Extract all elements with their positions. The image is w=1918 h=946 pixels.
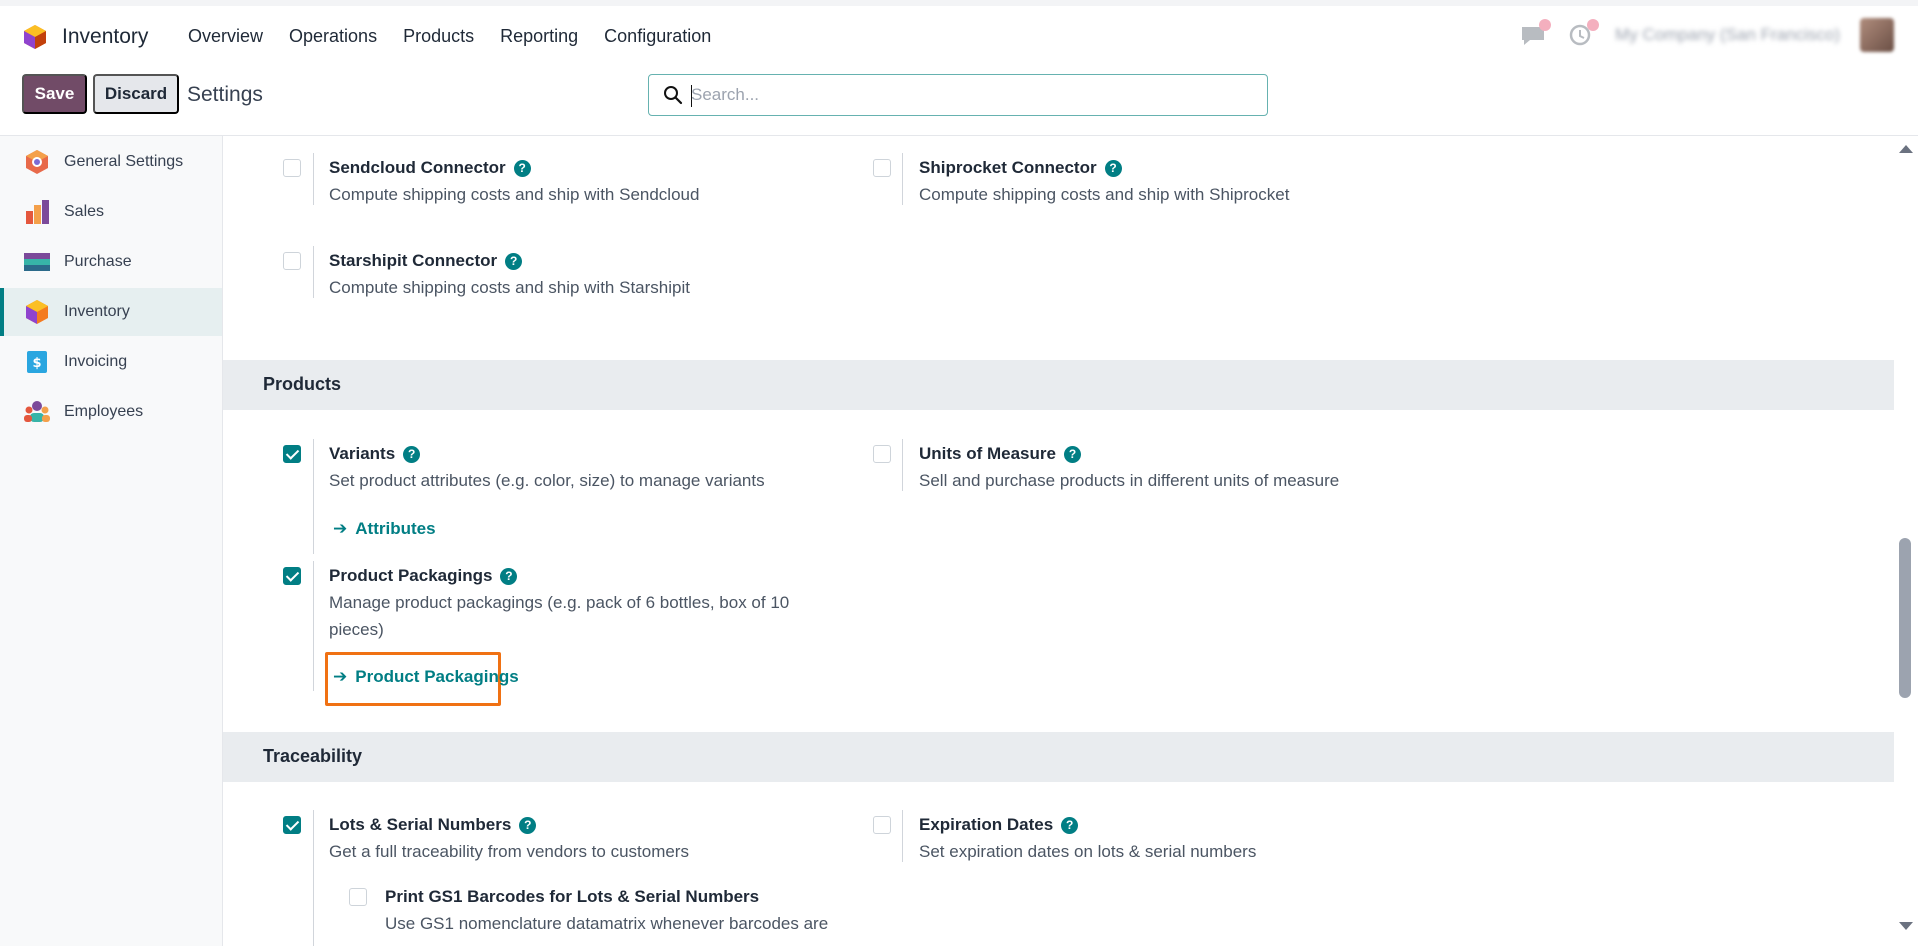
help-icon[interactable]: ? xyxy=(513,160,531,177)
sidebar-item-general-settings[interactable]: General Settings xyxy=(0,138,222,186)
shiprocket-title: Shiprocket Connector? xyxy=(919,158,1122,178)
search-box[interactable] xyxy=(648,74,1268,116)
gs1-title: Print GS1 Barcodes for Lots & Serial Num… xyxy=(385,887,760,906)
expiration-description: Set expiration dates on lots & serial nu… xyxy=(919,842,1257,861)
expiration-title: Expiration Dates? xyxy=(919,815,1079,835)
sidebar-item-employees[interactable]: Employees xyxy=(0,388,222,436)
activity-clock-icon[interactable] xyxy=(1567,19,1600,47)
gs1-checkbox[interactable] xyxy=(349,888,367,906)
packagings-description: Manage product packagings (e.g. pack of … xyxy=(329,593,790,639)
user-avatar[interactable] xyxy=(1860,18,1894,52)
lots-checkbox[interactable] xyxy=(283,816,301,834)
search-icon xyxy=(664,86,683,105)
invoicing-icon: $ xyxy=(27,351,47,373)
sidebar-item-label: Sales xyxy=(64,203,105,220)
section-title: Products xyxy=(263,374,342,394)
top-navbar: Inventory Overview Operations Products R… xyxy=(0,0,1918,72)
expiration-checkbox[interactable] xyxy=(873,816,891,834)
menu-products[interactable]: Products xyxy=(390,26,487,47)
help-icon[interactable]: ? xyxy=(500,568,518,585)
products-section-header: Products xyxy=(223,360,1894,410)
discard-button[interactable]: Discard xyxy=(93,74,179,114)
purchase-icon xyxy=(24,253,50,271)
svg-text:$: $ xyxy=(32,356,41,371)
employees-icon xyxy=(24,401,50,422)
help-icon[interactable]: ? xyxy=(505,253,523,270)
starshipit-checkbox[interactable] xyxy=(283,252,301,270)
packagings-title: Product Packagings? xyxy=(329,566,518,586)
menu-overview[interactable]: Overview xyxy=(175,26,276,47)
attributes-link[interactable]: ➔ Attributes xyxy=(333,519,436,539)
help-icon[interactable]: ? xyxy=(1063,446,1081,463)
scrollbar-thumb[interactable] xyxy=(1899,538,1911,698)
app-name[interactable]: Inventory xyxy=(62,25,148,49)
shiprocket-description: Compute shipping costs and ship with Shi… xyxy=(919,185,1290,204)
arrow-right-icon: ➔ xyxy=(333,667,348,686)
scroll-up-arrow-icon[interactable] xyxy=(1899,145,1913,153)
sendcloud-title: Sendcloud Connector? xyxy=(329,158,531,178)
variants-description: Set product attributes (e.g. color, size… xyxy=(329,471,765,490)
menu-configuration[interactable]: Configuration xyxy=(591,26,724,47)
shiprocket-checkbox[interactable] xyxy=(873,159,891,177)
sidebar-item-label: Inventory xyxy=(64,303,130,320)
messaging-icon[interactable] xyxy=(1519,19,1552,47)
lots-title: Lots & Serial Numbers? xyxy=(329,815,537,835)
sidebar-item-invoicing[interactable]: $ Invoicing xyxy=(0,338,222,386)
variants-checkbox[interactable] xyxy=(283,445,301,463)
sidebar-item-label: Invoicing xyxy=(64,353,128,370)
browser-strip xyxy=(0,0,1918,6)
scroll-down-arrow-icon[interactable] xyxy=(1899,922,1913,930)
sidebar-item-label: General Settings xyxy=(64,153,184,170)
packagings-checkbox[interactable] xyxy=(283,567,301,585)
help-icon[interactable]: ? xyxy=(519,817,537,834)
sidebar-item-purchase[interactable]: Purchase xyxy=(0,238,222,286)
settings-sidebar: General Settings Sales Purchase Inventor… xyxy=(0,136,223,946)
variants-title: Variants? xyxy=(329,444,421,464)
page-title: Settings xyxy=(187,83,263,106)
gs1-description: Use GS1 nomenclature datamatrix whenever… xyxy=(385,914,829,933)
inventory-app-icon[interactable] xyxy=(22,24,48,50)
settings-content: Sendcloud Connector? Compute shipping co… xyxy=(223,136,1894,946)
sales-icon xyxy=(26,200,49,224)
lots-description: Get a full traceability from vendors to … xyxy=(329,842,689,861)
text-cursor xyxy=(691,85,692,107)
sidebar-item-label: Purchase xyxy=(64,253,132,270)
main-menu: Overview Operations Products Reporting C… xyxy=(175,26,724,47)
starshipit-title: Starshipit Connector? xyxy=(329,251,523,271)
menu-operations[interactable]: Operations xyxy=(276,26,390,47)
inventory-icon xyxy=(26,300,48,324)
save-button[interactable]: Save xyxy=(22,74,87,114)
uom-checkbox[interactable] xyxy=(873,445,891,463)
sendcloud-checkbox[interactable] xyxy=(283,159,301,177)
general-settings-icon xyxy=(26,150,48,174)
sidebar-item-inventory[interactable]: Inventory xyxy=(0,288,222,336)
traceability-section-header: Traceability xyxy=(223,732,1894,782)
systray: My Company (San Francisco) xyxy=(1519,18,1894,52)
help-icon[interactable]: ? xyxy=(1061,817,1079,834)
control-panel: Save Discard Settings xyxy=(0,72,1918,136)
search-input[interactable] xyxy=(691,83,1251,107)
sendcloud-description: Compute shipping costs and ship with Sen… xyxy=(329,185,700,204)
uom-description: Sell and purchase products in different … xyxy=(919,471,1340,490)
help-icon[interactable]: ? xyxy=(1104,160,1122,177)
arrow-right-icon: ➔ xyxy=(333,519,348,538)
menu-reporting[interactable]: Reporting xyxy=(487,26,591,47)
section-title: Traceability xyxy=(263,746,363,766)
help-icon[interactable]: ? xyxy=(403,446,421,463)
starshipit-description: Compute shipping costs and ship with Sta… xyxy=(329,278,690,297)
sidebar-item-label: Employees xyxy=(64,403,144,420)
product-packagings-link[interactable]: ➔ Product Packagings xyxy=(333,667,519,687)
sidebar-item-sales[interactable]: Sales xyxy=(0,188,222,236)
company-switcher[interactable]: My Company (San Francisco) xyxy=(1615,25,1840,45)
uom-title: Units of Measure? xyxy=(919,444,1081,464)
